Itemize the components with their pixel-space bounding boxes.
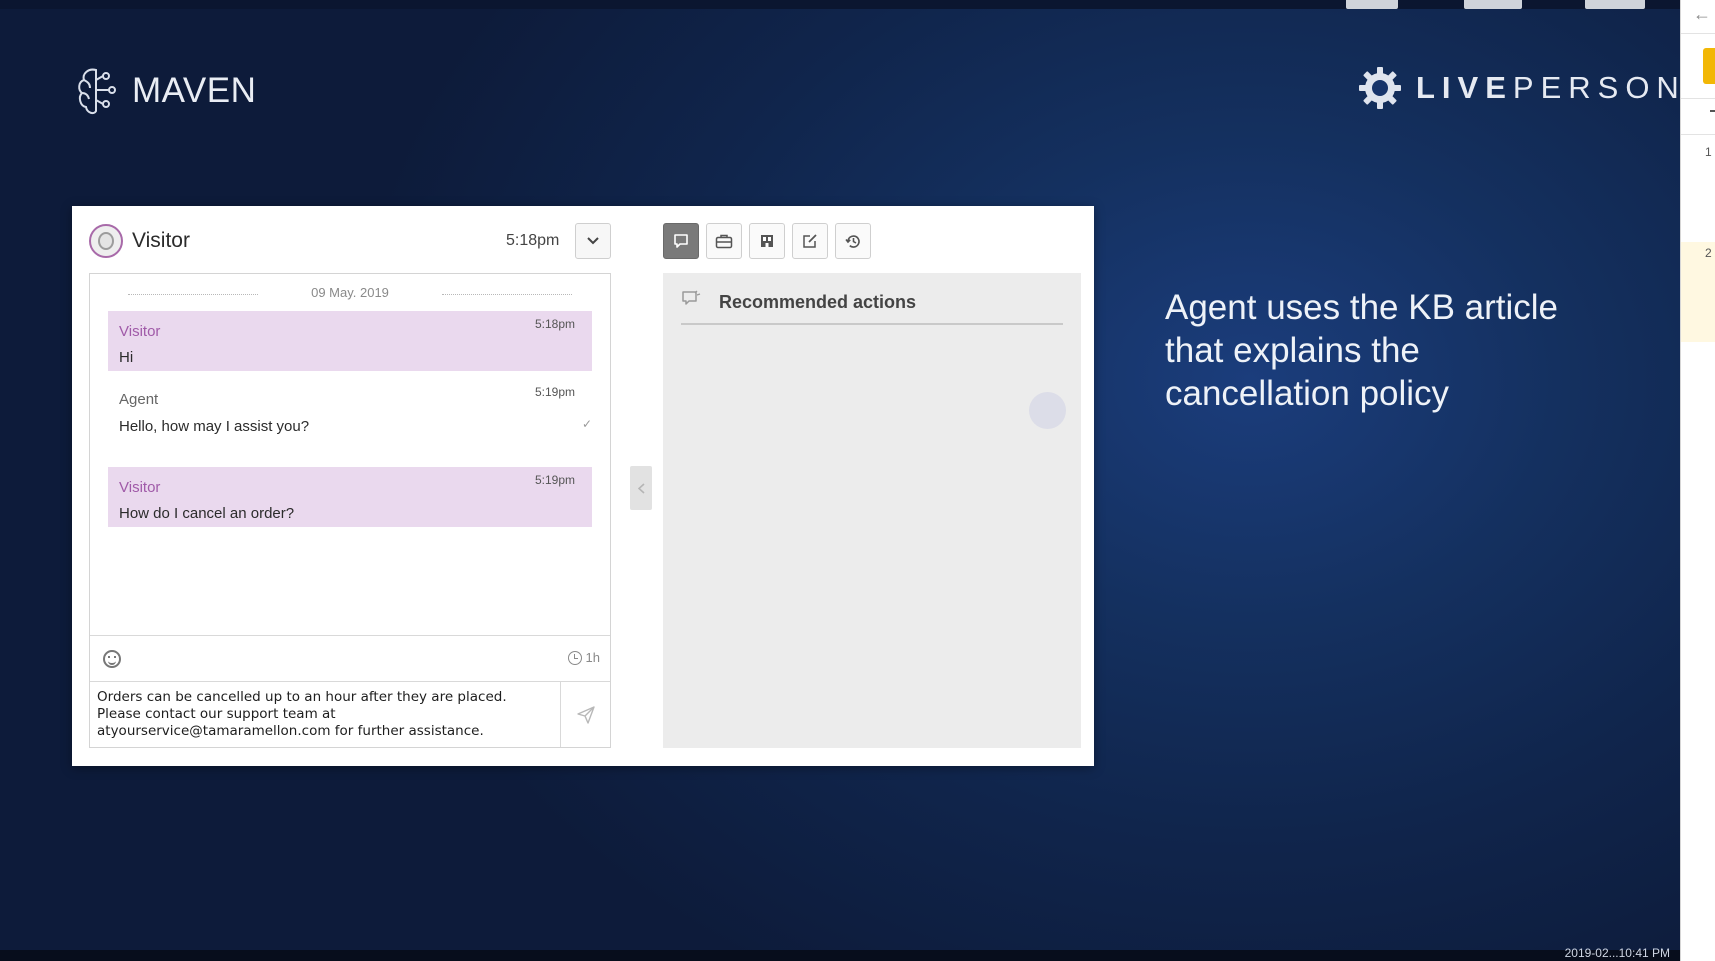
brain-icon bbox=[78, 68, 116, 115]
date-separator: 09 May. 2019 bbox=[90, 285, 610, 300]
visitor-avatar bbox=[89, 224, 123, 258]
send-icon bbox=[576, 705, 595, 724]
divider bbox=[1681, 98, 1715, 99]
tab-store[interactable] bbox=[749, 223, 785, 259]
message-input[interactable]: Orders can be cancelled up to an hour af… bbox=[90, 681, 561, 747]
top-tab[interactable] bbox=[1464, 0, 1522, 9]
message-text: Hello, how may I assist you? bbox=[119, 418, 310, 435]
back-arrow-icon[interactable]: ← bbox=[1693, 4, 1711, 25]
conversation-time: 5:18pm bbox=[506, 232, 560, 249]
gear-icon bbox=[1359, 67, 1401, 109]
conversation-menu-button[interactable] bbox=[575, 223, 611, 259]
message-time: 5:19pm bbox=[534, 473, 575, 487]
side-panel: ← 1 2 bbox=[1680, 0, 1715, 961]
timer-value: 1h bbox=[585, 650, 600, 665]
widget-toolbar bbox=[663, 223, 871, 259]
recommendations-panel: Recommended actions bbox=[663, 273, 1081, 748]
bottom-bar: 2019-02...10:41 PM bbox=[0, 946, 1680, 961]
tab-history[interactable] bbox=[835, 223, 871, 259]
chevron-left-icon bbox=[637, 482, 645, 494]
edit-icon bbox=[803, 234, 817, 248]
row-number: 1 bbox=[1705, 145, 1712, 159]
divider bbox=[442, 294, 572, 295]
briefcase-icon bbox=[715, 234, 733, 249]
bottom-timestamp: 2019-02...10:41 PM bbox=[1564, 946, 1670, 960]
store-icon bbox=[761, 235, 773, 247]
send-button[interactable] bbox=[561, 681, 610, 747]
collapse-panel-button[interactable] bbox=[630, 466, 652, 510]
history-icon bbox=[844, 234, 860, 248]
loading-indicator bbox=[1029, 392, 1066, 429]
conversation-header: Visitor 5:18pm bbox=[89, 223, 611, 261]
date-label: 09 May. 2019 bbox=[311, 285, 389, 300]
top-tab[interactable] bbox=[1585, 0, 1645, 9]
top-bar bbox=[0, 0, 1680, 9]
slide-caption: Agent uses the KB article that explains … bbox=[1165, 288, 1558, 413]
liveperson-logo: LIVEPERSON bbox=[1358, 66, 1686, 110]
maven-brand-name: MAVEN bbox=[132, 71, 257, 110]
chat-icon bbox=[674, 234, 688, 248]
response-timer: 1h bbox=[567, 650, 600, 665]
liveperson-brand-bold: LIVE bbox=[1416, 70, 1513, 105]
row-number: 2 bbox=[1705, 246, 1712, 260]
message-time: 5:19pm bbox=[534, 385, 575, 399]
tab-briefcase[interactable] bbox=[706, 223, 742, 259]
minus-icon[interactable] bbox=[1710, 110, 1715, 112]
slide-background: MAVEN LIVEPERSON Agent uses the KB artic… bbox=[0, 0, 1680, 961]
side-panel-button[interactable] bbox=[1703, 48, 1715, 84]
tab-chat[interactable] bbox=[663, 223, 699, 259]
divider bbox=[128, 294, 258, 295]
recommend-chat-icon bbox=[682, 290, 701, 305]
divider bbox=[1681, 134, 1715, 135]
message-text: Hi bbox=[119, 349, 134, 366]
maven-logo: MAVEN bbox=[76, 66, 256, 116]
visitor-name: Visitor bbox=[132, 229, 190, 252]
chat-message: Visitor 5:18pm Hi bbox=[108, 311, 592, 371]
message-sender: Agent bbox=[119, 391, 159, 408]
chat-message: Visitor 5:19pm How do I cancel an order? bbox=[108, 467, 592, 527]
top-tab[interactable] bbox=[1346, 0, 1398, 9]
liveperson-brand-name: LIVEPERSON bbox=[1416, 70, 1686, 106]
tab-notes[interactable] bbox=[792, 223, 828, 259]
agent-workspace: Visitor 5:18pm 09 May. 2019 Visitor 5:18… bbox=[72, 206, 1094, 766]
divider bbox=[1681, 33, 1715, 34]
emoji-icon[interactable] bbox=[103, 650, 121, 668]
composer-toolbar: 1h bbox=[90, 635, 610, 682]
recommendations-header: Recommended actions bbox=[681, 287, 1063, 325]
message-text: How do I cancel an order? bbox=[119, 505, 295, 522]
clock-icon bbox=[567, 650, 582, 665]
liveperson-brand-rest: PERSON bbox=[1512, 70, 1686, 105]
chevron-down-icon bbox=[587, 237, 599, 245]
message-sender: Visitor bbox=[119, 323, 161, 340]
delivered-check-icon: ✓ bbox=[581, 417, 592, 431]
message-time: 5:18pm bbox=[534, 317, 575, 331]
recommendations-title: Recommended actions bbox=[719, 292, 917, 312]
chat-transcript: 09 May. 2019 Visitor 5:18pm Hi Agent 5:1… bbox=[89, 273, 611, 748]
message-sender: Visitor bbox=[119, 479, 161, 496]
chat-message: Agent 5:19pm Hello, how may I assist you… bbox=[108, 379, 592, 439]
